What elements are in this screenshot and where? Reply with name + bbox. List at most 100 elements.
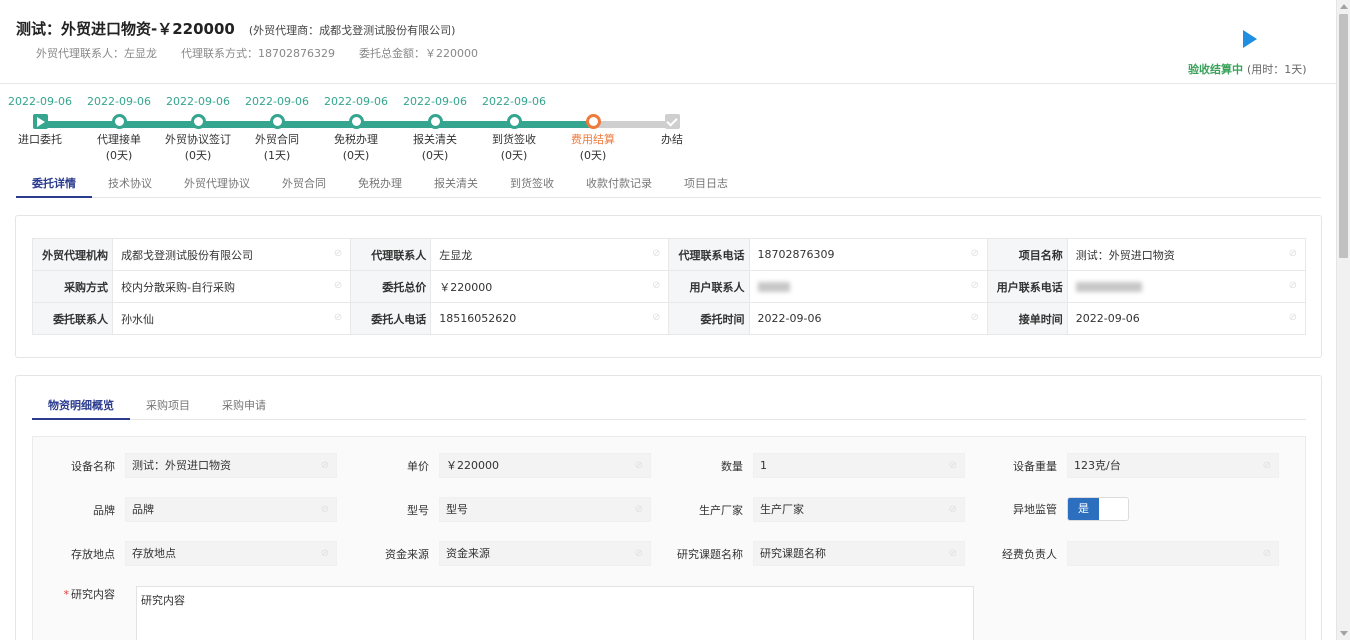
delegate-value: 孙水仙 xyxy=(112,302,352,335)
device-input[interactable]: 测试：外贸进口物资 xyxy=(125,453,337,478)
scroll-down-icon[interactable] xyxy=(1340,631,1348,636)
step-date: 2022-09-06 xyxy=(8,95,72,108)
phone-label: 代理联系电话 xyxy=(668,238,750,271)
step-label: 进口委托 xyxy=(18,133,62,146)
main-tabs: 委托详情 技术协议 外贸代理协议 外贸合同 免税办理 报关清关 到货签收 收款付… xyxy=(16,172,1321,198)
fund-input[interactable]: 资金来源 xyxy=(439,541,651,566)
step-label: 到货签收 xyxy=(492,133,536,146)
phone-value: 18702876309 xyxy=(748,238,988,271)
weight-input[interactable]: 123克/台 xyxy=(1067,453,1279,478)
user-contact-label: 用户联系人 xyxy=(668,270,750,303)
status-text: 验收结算中 xyxy=(1188,63,1243,76)
accept-value: 2022-09-06 xyxy=(1066,302,1307,335)
step-item[interactable]: 2022-09-06 到货签收 (0天) xyxy=(474,94,554,163)
tab-agency-agreement[interactable]: 外贸代理协议 xyxy=(168,172,266,198)
owner-label: 经费负责人 xyxy=(1002,547,1057,561)
redacted-text xyxy=(757,282,790,292)
price-label: 委托总价 xyxy=(350,270,432,303)
remote-supervision-toggle[interactable]: 是 xyxy=(1067,497,1129,521)
step-item-pending[interactable]: 办结 xyxy=(632,94,712,147)
maker-label: 生产厂家 xyxy=(699,503,743,517)
tab-contract[interactable]: 外贸合同 xyxy=(266,172,342,198)
table-row: 外贸代理机构 成都戈登测试股份有限公司 代理联系人 左显龙 代理联系电话 187… xyxy=(31,238,1307,271)
step-check-icon xyxy=(664,114,680,129)
tab-procurement-request[interactable]: 采购申请 xyxy=(206,394,282,420)
quantity-input[interactable]: 1 xyxy=(753,453,965,478)
delegate-label: 委托联系人 xyxy=(31,302,114,335)
step-node-icon xyxy=(190,114,206,129)
vertical-scrollbar[interactable] xyxy=(1336,0,1350,640)
step-item[interactable]: 2022-09-06 外贸协议签订 (0天) xyxy=(158,94,238,163)
step-current-icon xyxy=(585,114,601,129)
step-item[interactable]: 2022-09-06 代理接单 (0天) xyxy=(79,94,159,163)
tab-tech-agreement[interactable]: 技术协议 xyxy=(92,172,168,198)
tab-receipt[interactable]: 到货签收 xyxy=(494,172,570,198)
model-field: 型号 型号 xyxy=(347,497,651,522)
info-table: 外贸代理机构 成都戈登测试股份有限公司 代理联系人 左显龙 代理联系电话 187… xyxy=(31,238,1307,335)
tab-material-overview[interactable]: 物资明细概览 xyxy=(32,394,130,420)
unit-price-label: 单价 xyxy=(407,459,429,473)
model-input[interactable]: 型号 xyxy=(439,497,651,522)
step-days: (0天) xyxy=(421,149,449,162)
step-date xyxy=(632,94,712,110)
status-time: (用时：1天) xyxy=(1247,63,1307,76)
step-label: 报关清关 xyxy=(413,133,457,146)
step-item[interactable]: 2022-09-06 免税办理 (0天) xyxy=(316,94,396,163)
project-value: 测试：外贸进口物资 xyxy=(1066,238,1307,271)
place-input[interactable]: 存放地点 xyxy=(125,541,337,566)
maker-input[interactable]: 生产厂家 xyxy=(753,497,965,522)
fund-field: 资金来源 资金来源 xyxy=(347,541,651,566)
topic-input[interactable]: 研究课题名称 xyxy=(753,541,965,566)
delegate-phone-value: 18516052620 xyxy=(430,302,670,335)
scroll-up-icon[interactable] xyxy=(1340,4,1348,9)
remote-supervision-field: 异地监管 是 xyxy=(975,497,1129,521)
unit-price-input[interactable]: ￥220000 xyxy=(439,453,651,478)
step-node-icon xyxy=(111,114,127,129)
step-date: 2022-09-06 xyxy=(166,95,230,108)
step-days: (0天) xyxy=(184,149,212,162)
step-item[interactable]: 2022-09-06 报关清关 (0天) xyxy=(395,94,475,163)
detail-panel: 物资明细概览 采购项目 采购申请 设备名称 测试：外贸进口物资 单价 ￥2200… xyxy=(15,375,1322,640)
content-label-text: 研究内容 xyxy=(71,588,115,601)
title-row: 测试：外贸进口物资-￥220000 (外贸代理商：成都戈登测试股份有限公司) xyxy=(16,18,455,39)
brand-field: 品牌 品牌 xyxy=(33,497,337,522)
content-field: * 研究内容 xyxy=(33,586,125,602)
tab-details[interactable]: 委托详情 xyxy=(16,172,92,198)
progress-steps: 2022-09-06 进口委托 2022-09-06 代理接单 (0天) 202… xyxy=(0,94,720,174)
toggle-no[interactable] xyxy=(1099,498,1128,520)
content-textarea[interactable]: 研究内容 xyxy=(136,586,974,640)
topic-label: 研究课题名称 xyxy=(677,547,743,561)
step-days: (0天) xyxy=(579,149,607,162)
owner-field: 经费负责人 xyxy=(975,541,1279,566)
tab-log[interactable]: 项目日志 xyxy=(668,172,744,198)
process-status: 验收结算中 (用时：1天) xyxy=(1188,61,1307,77)
tab-customs[interactable]: 报关清关 xyxy=(418,172,494,198)
play-icon[interactable] xyxy=(1240,28,1260,50)
brand-input[interactable]: 品牌 xyxy=(125,497,337,522)
agent-note: (外贸代理商：成都戈登测试股份有限公司) xyxy=(248,24,456,37)
step-node-icon xyxy=(269,114,285,129)
step-item[interactable]: 2022-09-06 外贸合同 (1天) xyxy=(237,94,317,163)
accept-label: 接单时间 xyxy=(986,302,1068,335)
step-label: 费用结算 xyxy=(571,133,615,146)
toggle-yes[interactable]: 是 xyxy=(1068,498,1099,520)
tab-payments[interactable]: 收款付款记录 xyxy=(570,172,668,198)
remote-supervision-label: 异地监管 xyxy=(1013,503,1057,516)
table-row: 采购方式 校内分散采购-自行采购 委托总价 ￥220000 用户联系人 用户联系… xyxy=(31,270,1307,303)
required-mark: * xyxy=(63,588,70,601)
weight-label: 设备重量 xyxy=(1013,459,1057,473)
scroll-thumb[interactable] xyxy=(1339,14,1348,258)
step-item[interactable]: 2022-09-06 进口委托 xyxy=(0,94,80,147)
step-date: 2022-09-06 xyxy=(482,95,546,108)
step-item-current[interactable]: 费用结算 (0天) xyxy=(553,94,633,163)
step-node-icon xyxy=(348,114,364,129)
tab-tax-exempt[interactable]: 免税办理 xyxy=(342,172,418,198)
owner-input[interactable] xyxy=(1067,541,1279,566)
agency-label: 外贸代理机构 xyxy=(31,238,114,271)
device-label: 设备名称 xyxy=(71,459,115,473)
tab-procurement-project[interactable]: 采购项目 xyxy=(130,394,206,420)
step-label: 外贸合同 xyxy=(255,133,299,146)
meta-row: 外贸代理联系人：左显龙 代理联系方式：18702876329 委托总金额：￥22… xyxy=(36,45,478,61)
user-contact-value xyxy=(748,270,988,303)
step-label: 免税办理 xyxy=(334,133,378,146)
